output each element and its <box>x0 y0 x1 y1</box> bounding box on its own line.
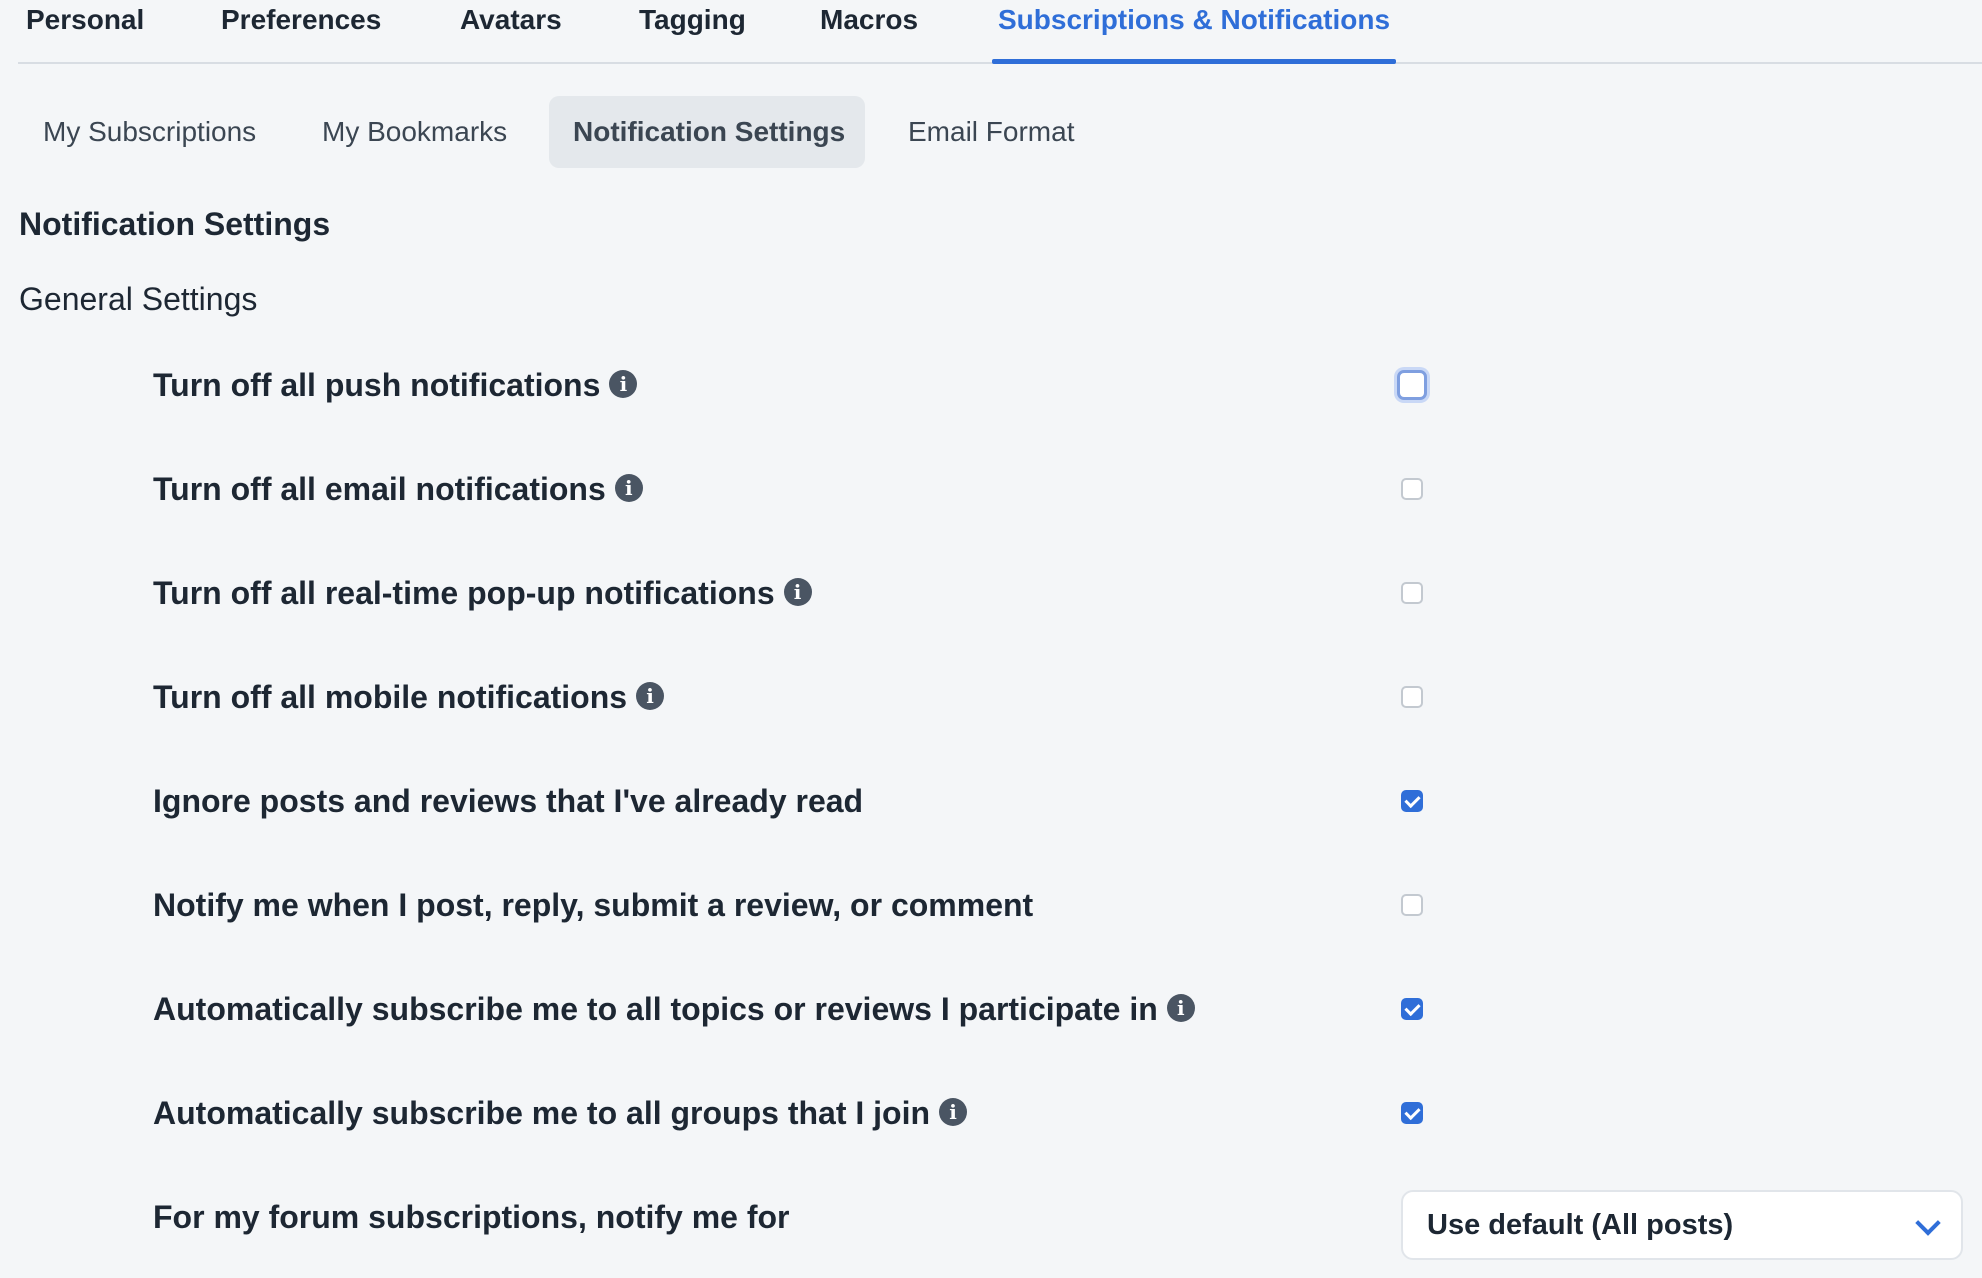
subtab-my-subscriptions[interactable]: My Subscriptions <box>19 96 280 168</box>
forum-notify-value: Use default (All posts) <box>1427 1208 1734 1241</box>
tab-tagging[interactable]: Tagging <box>639 0 746 62</box>
setting-row-ignore-read: Ignore posts and reviews that I've alrea… <box>153 773 1433 829</box>
setting-label: Turn off all real-time pop-up notificati… <box>153 575 812 612</box>
notify-self-checkbox[interactable] <box>1401 894 1423 916</box>
info-icon[interactable]: i <box>783 578 812 607</box>
setting-row-email: Turn off all email notifications i <box>153 461 1433 517</box>
setting-row-auto-subscribe-topics: Automatically subscribe me to all topics… <box>153 981 1433 1037</box>
setting-label: Automatically subscribe me to all topics… <box>153 991 1195 1028</box>
page-title: Notification Settings <box>19 206 331 242</box>
info-icon[interactable]: i <box>1166 994 1195 1023</box>
tab-preferences[interactable]: Preferences <box>221 0 381 62</box>
auto-subscribe-topics-checkbox[interactable] <box>1401 998 1423 1020</box>
info-icon[interactable]: i <box>939 1098 968 1127</box>
top-tab-bar: Personal Preferences Avatars Tagging Mac… <box>18 0 1982 64</box>
setting-label: Automatically subscribe me to all groups… <box>153 1095 968 1132</box>
ignore-read-checkbox[interactable] <box>1401 790 1423 812</box>
setting-label: Turn off all email notifications i <box>153 471 643 508</box>
setting-label: Notify me when I post, reply, submit a r… <box>153 886 1034 923</box>
setting-label: Turn off all push notifications i <box>153 367 638 404</box>
subtab-email-format[interactable]: Email Format <box>884 96 1098 168</box>
setting-row-notify-self: Notify me when I post, reply, submit a r… <box>153 877 1433 933</box>
tab-personal[interactable]: Personal <box>26 0 144 62</box>
setting-row-forum-notify: For my forum subscriptions, notify me fo… <box>153 1189 1433 1245</box>
info-icon[interactable]: i <box>614 474 643 503</box>
setting-row-popup: Turn off all real-time pop-up notificati… <box>153 565 1433 621</box>
tab-subscriptions-notifications[interactable]: Subscriptions & Notifications <box>991 0 1397 64</box>
subtab-notification-settings[interactable]: Notification Settings <box>549 96 865 168</box>
forum-notify-label: For my forum subscriptions, notify me fo… <box>153 1198 790 1235</box>
subtab-my-bookmarks[interactable]: My Bookmarks <box>298 96 531 168</box>
popup-off-checkbox[interactable] <box>1401 582 1423 604</box>
mobile-off-checkbox[interactable] <box>1401 686 1423 708</box>
push-off-checkbox[interactable] <box>1397 370 1427 400</box>
tab-avatars[interactable]: Avatars <box>460 0 562 62</box>
email-off-checkbox[interactable] <box>1401 478 1423 500</box>
tab-macros[interactable]: Macros <box>820 0 918 62</box>
auto-subscribe-groups-checkbox[interactable] <box>1401 1102 1423 1124</box>
section-title: General Settings <box>19 281 258 317</box>
setting-label: Turn off all mobile notifications i <box>153 679 665 716</box>
info-icon[interactable]: i <box>636 682 665 711</box>
setting-label: Ignore posts and reviews that I've alrea… <box>153 782 864 819</box>
info-icon[interactable]: i <box>609 370 638 399</box>
chevron-down-icon <box>1915 1210 1941 1236</box>
forum-notify-select[interactable]: Use default (All posts) <box>1401 1190 1963 1260</box>
setting-row-push: Turn off all push notifications i <box>153 357 1433 413</box>
setting-row-auto-subscribe-groups: Automatically subscribe me to all groups… <box>153 1085 1433 1141</box>
setting-row-mobile: Turn off all mobile notifications i <box>153 669 1433 725</box>
